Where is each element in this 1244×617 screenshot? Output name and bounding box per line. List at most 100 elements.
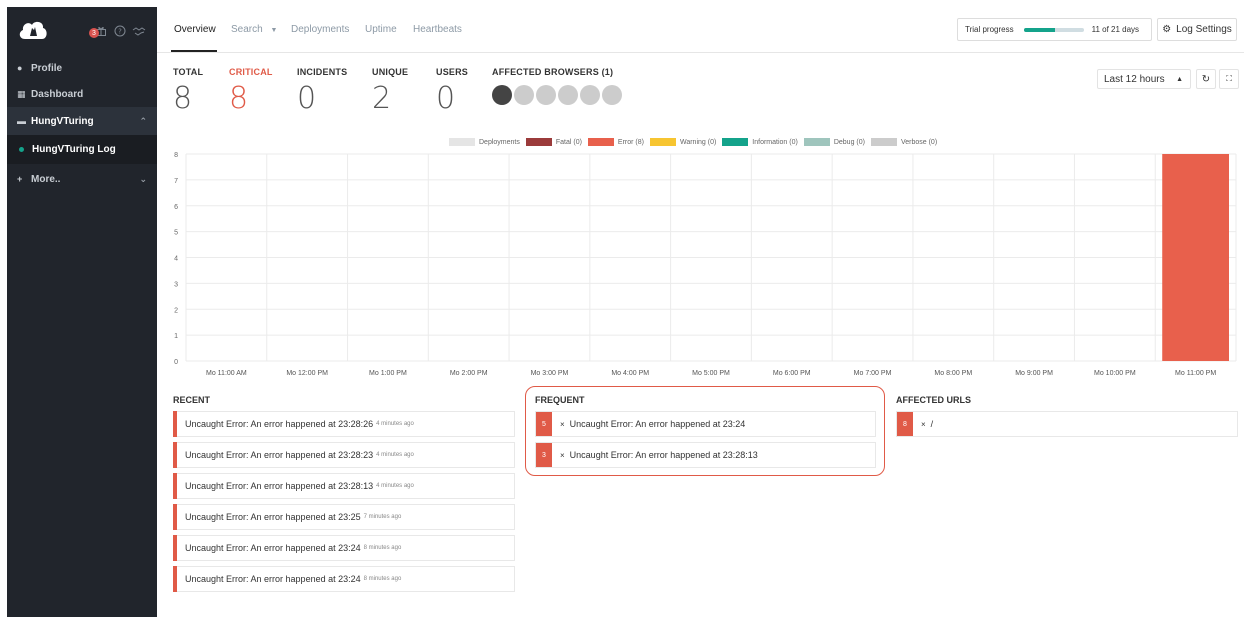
y-tick-label: 5 <box>174 230 178 237</box>
grid-icon: ▦ <box>17 88 26 99</box>
handshake-icon[interactable] <box>131 23 147 39</box>
recent-item[interactable]: Uncaught Error: An error happened at 23:… <box>173 566 515 592</box>
x-tick-label: Mo 4:00 PM <box>611 370 649 377</box>
error-message: Uncaught Error: An error happened at 23:… <box>185 574 361 584</box>
x-tick-label: Mo 3:00 PM <box>531 370 569 377</box>
stat-users[interactable]: USERS 0 <box>436 67 468 116</box>
x-tick-label: Mo 2:00 PM <box>450 370 488 377</box>
sidebar-item-log[interactable]: HungVTuring Log <box>7 135 157 164</box>
ie-icon[interactable] <box>558 85 578 105</box>
notification-badge: 3 <box>89 28 99 38</box>
stat-value: 8 <box>229 81 249 116</box>
error-message: Uncaught Error: An error happened at 23:… <box>185 543 361 553</box>
sidebar-item-label: Profile <box>31 62 63 74</box>
legend-entry[interactable]: Debug (0) <box>803 138 865 146</box>
stat-critical[interactable]: CRITICAL 8 <box>229 67 273 116</box>
severity-bar <box>173 566 177 592</box>
url-path: / <box>930 419 934 429</box>
stat-label: INCIDENTS <box>297 67 348 77</box>
error-message: Uncaught Error: An error happened at 23:… <box>185 512 361 522</box>
log-settings-label: Log Settings <box>1176 24 1232 35</box>
sidebar-header: 3 ? <box>7 7 157 55</box>
stat-value: 2 <box>372 81 392 116</box>
urls-title: AFFECTED URLS <box>896 395 971 405</box>
opera-icon[interactable] <box>580 85 600 105</box>
recent-item[interactable]: Uncaught Error: An error happened at 23:… <box>173 473 515 499</box>
legend-entry[interactable]: Warning (0) <box>649 138 717 146</box>
trial-label: Trial progress <box>965 25 1014 34</box>
expand-icon: ⛶ <box>1226 74 1232 83</box>
sort-arrows-icon: ▲ <box>1176 75 1183 83</box>
legend-label: Debug (0) <box>833 138 865 146</box>
legend-label: Information (0) <box>752 138 798 146</box>
refresh-button[interactable]: ↻ <box>1196 69 1216 89</box>
chevron-up-icon[interactable]: ⌃ <box>139 116 147 127</box>
x-tick-label: Mo 12:00 PM <box>286 370 328 377</box>
legend-label: Fatal (0) <box>555 138 582 146</box>
fullscreen-button[interactable]: ⛶ <box>1219 69 1239 89</box>
help-icon[interactable]: ? <box>112 23 128 39</box>
x-tick-label: Mo 9:00 PM <box>1015 370 1053 377</box>
recent-item[interactable]: Uncaught Error: An error happened at 23:… <box>173 504 515 530</box>
trial-progress-fill <box>1023 27 1055 32</box>
tab-search[interactable]: Search ▼ <box>231 24 277 35</box>
sidebar-item-label: HungVTuring <box>31 115 94 127</box>
severity-bar <box>173 442 177 468</box>
x-tick-label: Mo 5:00 PM <box>692 370 730 377</box>
legend-swatch <box>649 138 676 146</box>
time-range-select[interactable]: Last 12 hours ▲ <box>1097 69 1191 89</box>
sidebar: 3 ? ● Profile ▦ Dashboard ▬ HungVTuring … <box>7 7 157 617</box>
recent-item[interactable]: Uncaught Error: An error happened at 23:… <box>173 535 515 561</box>
chrome-icon[interactable] <box>492 85 512 105</box>
folder-icon: ▬ <box>17 116 26 126</box>
legend-swatch <box>870 138 897 146</box>
legend-entry[interactable]: Information (0) <box>722 138 798 146</box>
recent-item[interactable]: Uncaught Error: An error happened at 23:… <box>173 442 515 468</box>
recent-title: RECENT <box>173 395 211 405</box>
edge-icon[interactable] <box>536 85 556 105</box>
gift-icon[interactable]: 3 <box>89 23 109 39</box>
tab-uptime[interactable]: Uptime <box>365 24 397 35</box>
firefox-icon[interactable] <box>514 85 534 105</box>
trial-progress[interactable]: Trial progress 11 of 21 days <box>957 18 1152 41</box>
time-ago: 4 minutes ago <box>376 421 414 427</box>
time-range-value: Last 12 hours <box>1104 73 1165 85</box>
stat-label: UNIQUE <box>372 67 409 77</box>
app-root: 3 ? ● Profile ▦ Dashboard ▬ HungVTuring … <box>0 0 1244 617</box>
log-settings-button[interactable]: ⚙ Log Settings <box>1157 18 1237 41</box>
legend-entry[interactable]: Fatal (0) <box>525 138 582 146</box>
tab-deployments[interactable]: Deployments <box>291 24 349 35</box>
y-tick-label: 1 <box>174 333 178 340</box>
frequent-highlight-outline <box>525 386 885 476</box>
tab-overview[interactable]: Overview <box>174 24 216 35</box>
legend-swatch <box>803 138 830 146</box>
sidebar-item-dashboard[interactable]: ▦ Dashboard <box>7 81 157 107</box>
x-tick-label: Mo 8:00 PM <box>934 370 972 377</box>
stat-label: USERS <box>436 67 469 77</box>
stat-value: 0 <box>297 81 317 116</box>
y-tick-label: 0 <box>174 359 178 366</box>
time-ago: 8 minutes ago <box>363 576 402 582</box>
stat-unique[interactable]: UNIQUE 2 <box>372 67 408 116</box>
sidebar-item-label: Dashboard <box>31 88 84 100</box>
legend-entry[interactable]: Verbose (0) <box>870 138 937 146</box>
sidebar-item-project[interactable]: ▬ HungVTuring ⌃ <box>7 107 157 135</box>
legend-label: Warning (0) <box>679 138 717 146</box>
url-item[interactable]: 8 × / <box>896 411 1238 437</box>
tab-heartbeats[interactable]: Heartbeats <box>413 24 462 35</box>
recent-item[interactable]: Uncaught Error: An error happened at 23:… <box>173 411 515 437</box>
logo-icon[interactable] <box>17 17 49 41</box>
x-tick-label: Mo 6:00 PM <box>773 370 811 377</box>
legend-entry[interactable]: Error (8) <box>587 138 644 146</box>
sidebar-item-more[interactable]: + More.. ⌄ <box>7 166 157 192</box>
chevron-down-icon[interactable]: ⌄ <box>139 174 147 185</box>
stat-incidents[interactable]: INCIDENTS 0 <box>297 67 347 116</box>
legend-entry[interactable]: Deployments <box>449 138 520 146</box>
sidebar-item-profile[interactable]: ● Profile <box>7 55 157 81</box>
safari-icon[interactable] <box>602 85 622 105</box>
stat-label: AFFECTED BROWSERS (1) <box>492 67 614 77</box>
trial-progress-bar <box>1023 27 1084 32</box>
gear-icon: ⚙ <box>1162 24 1172 35</box>
stat-label: TOTAL <box>173 67 204 77</box>
x-tick-label: Mo 7:00 PM <box>854 370 892 377</box>
